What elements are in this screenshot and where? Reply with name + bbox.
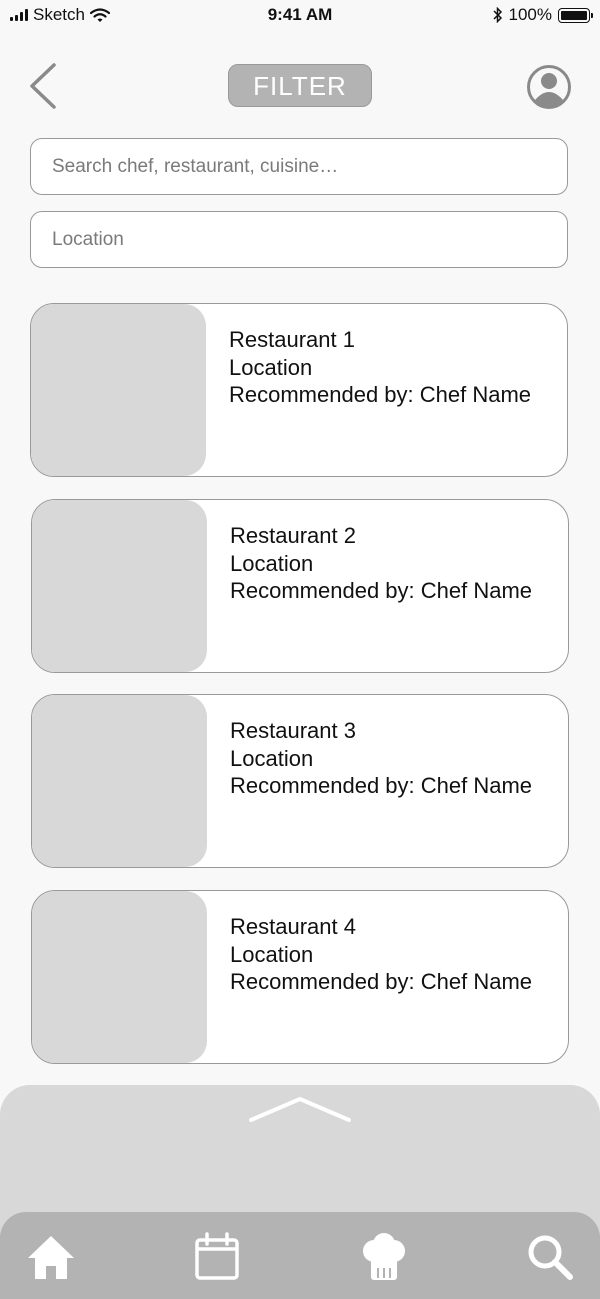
tab-calendar[interactable] [192,1232,242,1282]
restaurant-location: Location [229,354,313,380]
location-input[interactable] [50,227,567,252]
restaurant-image-placeholder [31,304,206,476]
restaurant-name: Restaurant 2 [230,523,356,548]
chevron-up-icon [249,1097,351,1122]
user-circle-icon [527,65,571,109]
tab-home[interactable] [26,1232,76,1282]
search-icon [528,1235,573,1280]
restaurant-recommended-by: Recommended by: Chef Name [230,969,533,994]
restaurant-location: Location [230,550,314,576]
chevron-left-icon [30,63,56,109]
bluetooth-icon [492,7,502,23]
status-right: 100% [492,5,593,25]
expand-sheet-button[interactable] [248,1095,352,1125]
location-field[interactable] [30,211,568,268]
restaurant-image-placeholder [32,500,207,672]
back-button[interactable] [22,60,62,112]
restaurant-location: Location [230,941,314,967]
status-bar: Sketch 9:41 AM 100% [0,0,600,30]
restaurant-image-placeholder [32,891,207,1063]
restaurant-location: Location [230,745,314,771]
search-input[interactable] [50,154,567,179]
restaurant-info: Restaurant 3 Location Recommended by: Ch… [230,717,532,800]
home-icon [28,1236,74,1279]
restaurant-name: Restaurant 4 [230,914,356,939]
battery-icon [558,7,593,23]
search-field[interactable] [30,138,568,195]
restaurant-card[interactable]: Restaurant 2 Location Recommended by: Ch… [31,499,569,673]
calendar-icon [195,1232,239,1280]
tab-bar [0,1212,600,1299]
chef-hat-icon [363,1233,405,1280]
restaurant-card[interactable]: Restaurant 4 Location Recommended by: Ch… [31,890,569,1064]
restaurant-recommended-by: Recommended by: Chef Name [230,578,533,603]
restaurant-info: Restaurant 4 Location Recommended by: Ch… [230,913,532,996]
restaurant-name: Restaurant 3 [230,718,356,743]
restaurant-card[interactable]: Restaurant 1 Location Recommended by: Ch… [30,303,568,477]
restaurant-name: Restaurant 1 [229,327,355,352]
restaurant-recommended-by: Recommended by: Chef Name [229,382,532,407]
filter-button[interactable]: FILTER [228,64,372,107]
profile-button[interactable] [526,64,572,110]
tab-chefs[interactable] [359,1232,409,1282]
restaurant-info: Restaurant 1 Location Recommended by: Ch… [229,326,531,409]
battery-percent: 100% [508,5,552,24]
restaurant-info: Restaurant 2 Location Recommended by: Ch… [230,522,532,605]
restaurant-card[interactable]: Restaurant 3 Location Recommended by: Ch… [31,694,569,868]
restaurant-image-placeholder [32,695,207,867]
restaurant-recommended-by: Recommended by: Chef Name [230,773,533,798]
tab-search[interactable] [525,1232,575,1282]
